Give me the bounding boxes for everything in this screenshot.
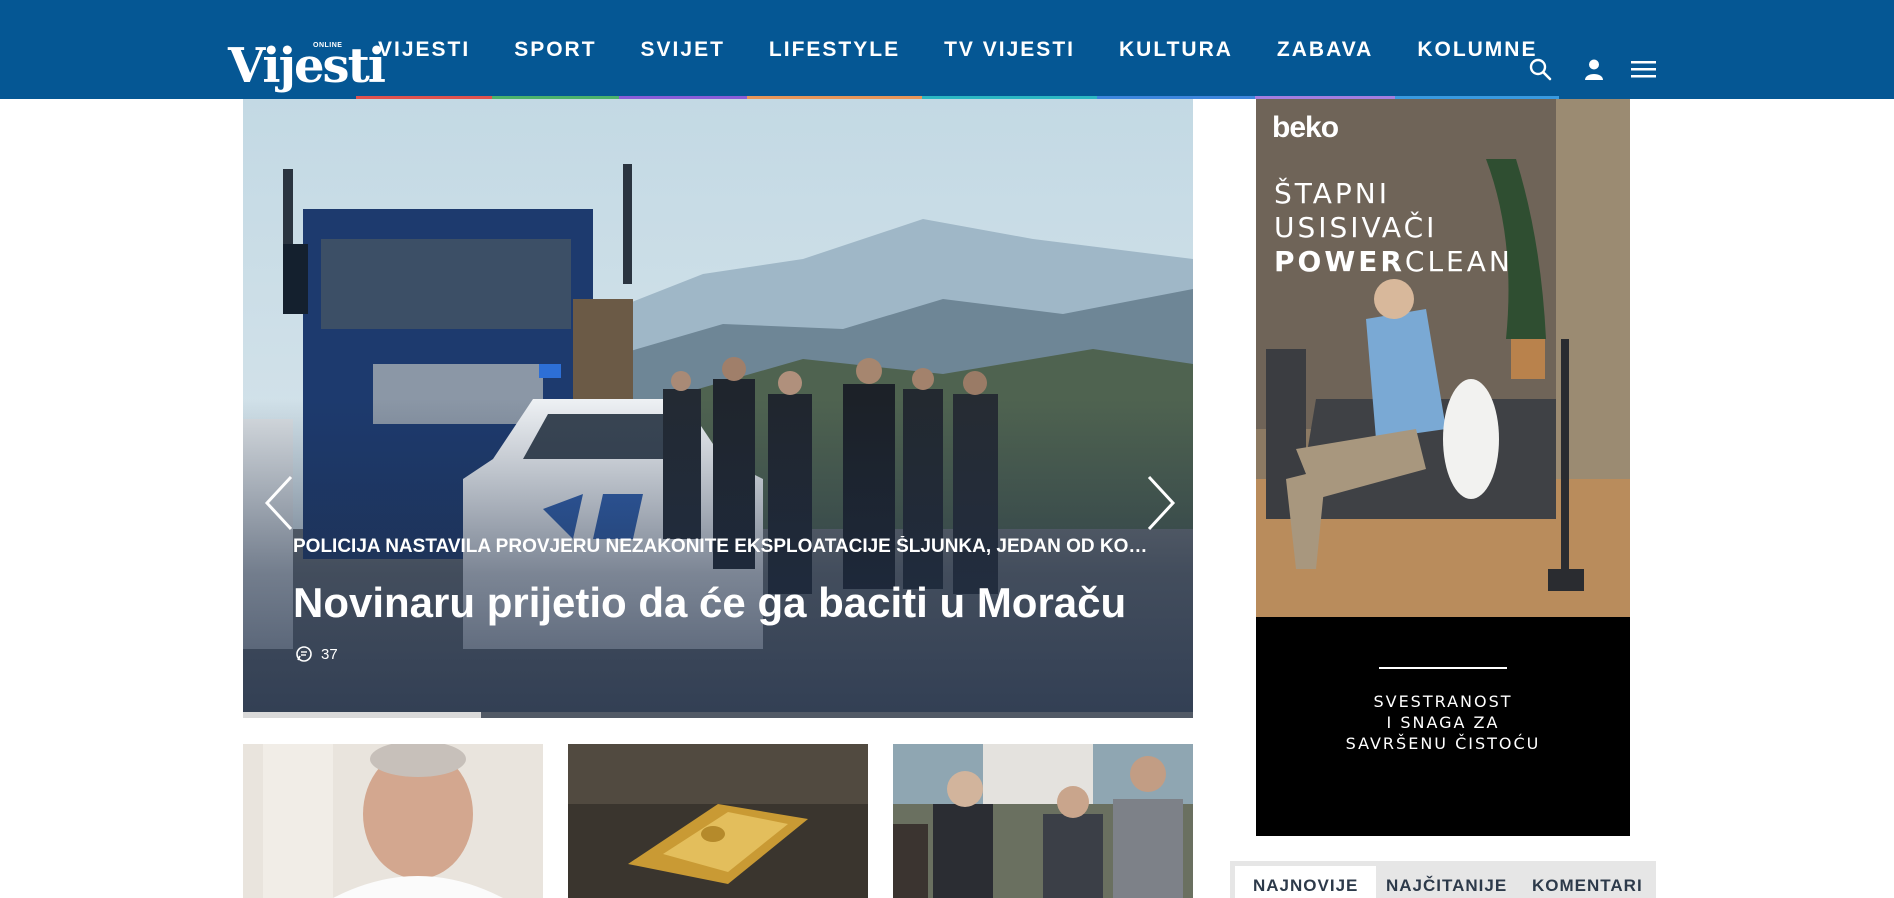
- nav-item-lifestyle[interactable]: LIFESTYLE: [746, 0, 923, 99]
- tab-najnovije[interactable]: NAJNOVIJE: [1235, 866, 1377, 898]
- tab-komentari[interactable]: KOMENTARI: [1514, 866, 1661, 898]
- main-nav: VIJESTI SPORT SVIJET LIFESTYLE TV VIJEST…: [356, 0, 1560, 99]
- user-icon[interactable]: [1582, 57, 1612, 87]
- thumbnail-article-3[interactable]: [893, 744, 1193, 898]
- nav-item-vijesti[interactable]: VIJESTI: [356, 0, 493, 99]
- ad-tagline-line: SAVRŠENU ČISTOĆU: [1345, 734, 1541, 753]
- slider-progress-bar: [243, 712, 1193, 718]
- nav-item-zabava[interactable]: ZABAVA: [1254, 0, 1396, 99]
- ad-divider: [1379, 667, 1507, 669]
- thumbnail-article-1[interactable]: [243, 744, 543, 898]
- nav-item-svijet[interactable]: SVIJET: [618, 0, 747, 99]
- man-portrait-photo: [243, 744, 543, 898]
- tab-label: KOMENTARI: [1532, 876, 1643, 895]
- ad-headline-line: ŠTAPNI: [1274, 177, 1390, 210]
- menu-icon[interactable]: [1630, 57, 1660, 87]
- nav-item-label: KOLUMNE: [1417, 37, 1538, 61]
- ad-headline: ŠTAPNI USISIVAČI POWERCLEAN: [1274, 177, 1513, 279]
- thumbnail-article-2[interactable]: [568, 744, 868, 898]
- hero-headline[interactable]: Novinaru prijetio da će ga baciti u Mora…: [293, 577, 1173, 629]
- gold-bar-photo: [568, 744, 868, 898]
- tab-label: NAJNOVIJE: [1253, 876, 1359, 895]
- tab-label: NAJČITANIJE: [1386, 876, 1508, 895]
- chevron-right-icon[interactable]: [1143, 473, 1179, 533]
- logo-subtext: ONLINE: [313, 42, 343, 49]
- ad-headline-bold: POWER: [1274, 245, 1405, 278]
- site-header: Vijesti ONLINE VIJESTI SPORT SVIJET LIFE…: [0, 0, 1894, 99]
- sidebar-tabs: NAJNOVIJE NAJČITANIJE KOMENTARI: [1230, 861, 1656, 898]
- chevron-left-icon[interactable]: [261, 473, 297, 533]
- tab-najcitanije[interactable]: NAJČITANIJE: [1368, 866, 1525, 898]
- comment-icon: [296, 646, 312, 662]
- ad-tagline: SVESTRANOST I SNAGA ZA SAVRŠENU ČISTOĆU: [1256, 691, 1630, 754]
- ad-tagline-line: I SNAGA ZA: [1386, 713, 1500, 732]
- nav-item-sport[interactable]: SPORT: [492, 0, 619, 99]
- hero-slider[interactable]: POLICIJA NASTAVILA PROVJERU NEZAKONITE E…: [243, 99, 1193, 716]
- nav-item-label: ZABAVA: [1276, 37, 1374, 61]
- search-icon[interactable]: [1528, 57, 1558, 87]
- ad-tagline-line: SVESTRANOST: [1373, 692, 1513, 711]
- ad-headline-line: POWERCLEAN: [1274, 245, 1513, 279]
- hero-kicker[interactable]: POLICIJA NASTAVILA PROVJERU NEZAKONITE E…: [293, 536, 1153, 558]
- advertisement-banner[interactable]: beko ŠTAPNI USISIVAČI POWERCLEAN SVESTRA…: [1256, 99, 1630, 836]
- nav-item-label: SPORT: [514, 37, 597, 61]
- ad-headline-line: USISIVAČI: [1274, 211, 1438, 244]
- hero-comment-count[interactable]: 37: [295, 645, 338, 663]
- nav-item-kultura[interactable]: KULTURA: [1096, 0, 1255, 99]
- nav-item-label: TV VIJESTI: [944, 37, 1075, 61]
- comment-count-value: 37: [321, 645, 338, 663]
- ad-brand-logo: beko: [1272, 111, 1339, 144]
- nav-item-tv-vijesti[interactable]: TV VIJESTI: [922, 0, 1097, 99]
- slider-progress-fill: [243, 712, 481, 718]
- ad-headline-rest: CLEAN: [1404, 245, 1513, 278]
- crowd-street-photo: [893, 744, 1193, 898]
- nav-item-label: VIJESTI: [378, 37, 471, 61]
- nav-item-label: LIFESTYLE: [768, 37, 901, 61]
- nav-item-label: KULTURA: [1118, 37, 1233, 61]
- nav-item-label: SVIJET: [640, 37, 725, 61]
